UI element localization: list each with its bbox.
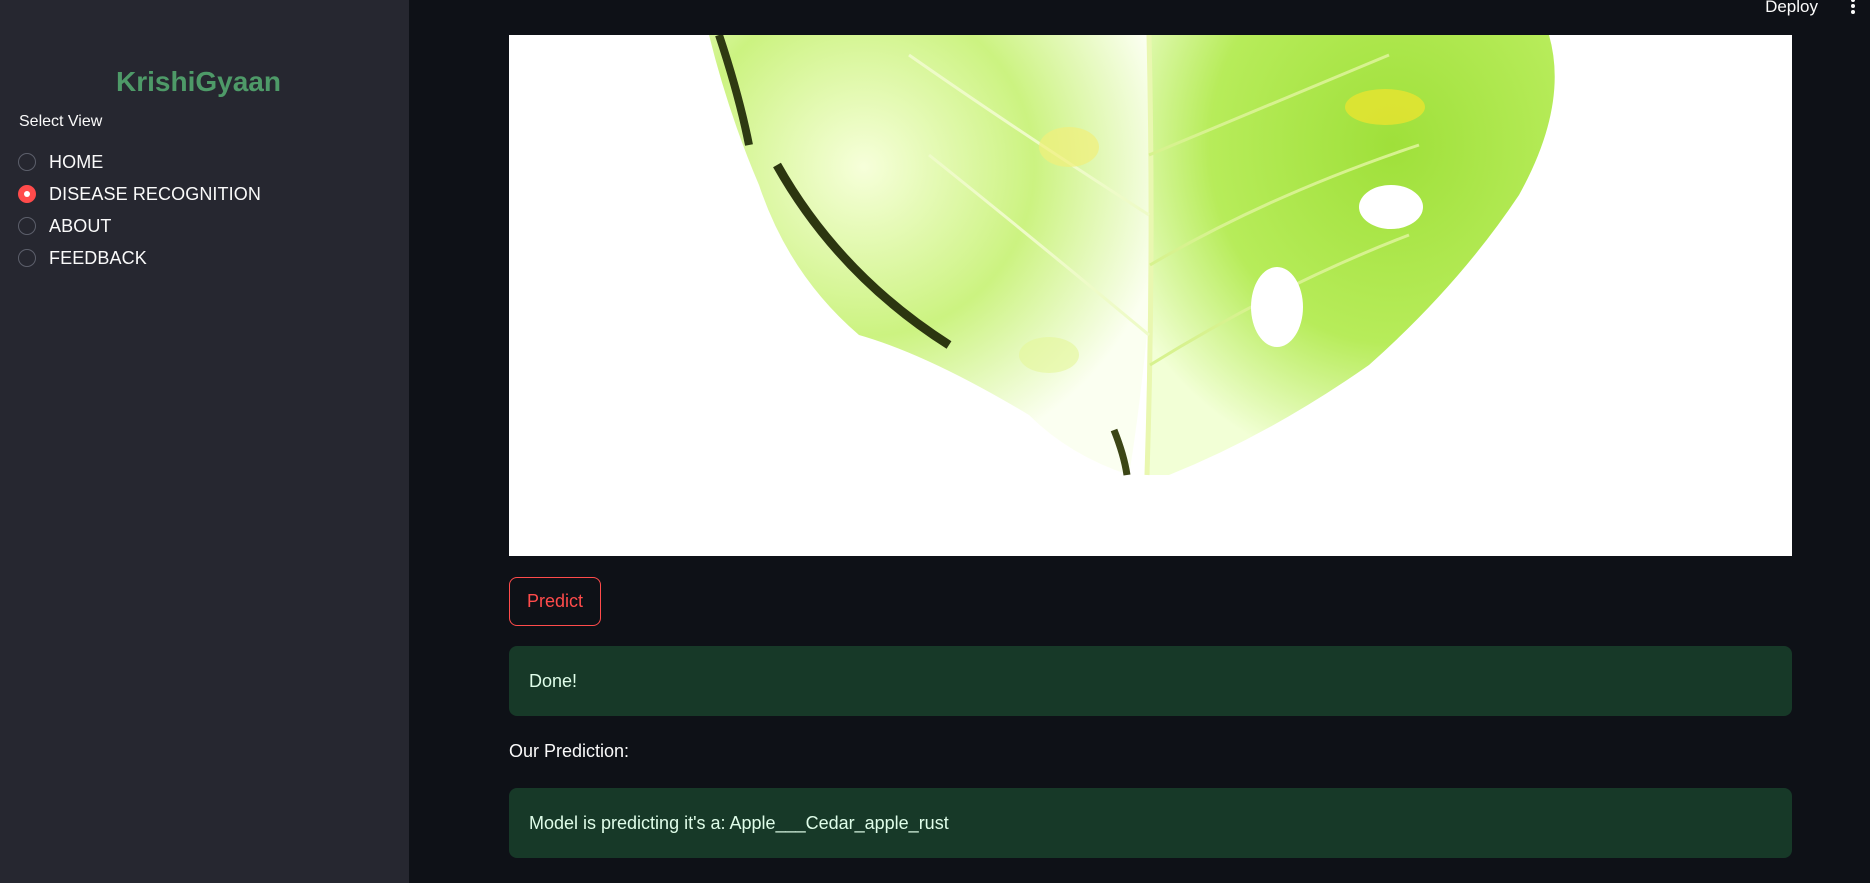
- radio-option-label: FEEDBACK: [49, 247, 147, 268]
- apple-leaf-image: [509, 35, 1792, 556]
- view-select-label: Select View: [19, 113, 103, 130]
- app-root: KrishiGyaan Select View HOME DISEASE REC…: [0, 0, 1870, 883]
- sidebar: KrishiGyaan Select View HOME DISEASE REC…: [0, 0, 409, 883]
- vertical-dots-icon[interactable]: [1850, 0, 1856, 14]
- radio-option-about[interactable]: ABOUT: [18, 210, 261, 242]
- uploaded-leaf-image: [509, 35, 1792, 556]
- radio-option-home[interactable]: HOME: [18, 146, 261, 178]
- prediction-result-text: Model is predicting it's a: Apple___Ceda…: [529, 812, 949, 833]
- radio-option-feedback[interactable]: FEEDBACK: [18, 242, 261, 274]
- predict-button[interactable]: Predict: [509, 577, 601, 626]
- success-message-text: Done!: [529, 670, 578, 691]
- radio-option-label: HOME: [49, 151, 104, 172]
- deploy-button[interactable]: Deploy: [1765, 0, 1818, 17]
- prediction-heading: Our Prediction:: [509, 741, 630, 761]
- app-title: KrishiGyaan: [116, 66, 281, 97]
- radio-option-label: ABOUT: [49, 215, 112, 236]
- prediction-result: Model is predicting it's a: Apple___Ceda…: [509, 788, 1792, 858]
- radio-button-checked-icon[interactable]: [18, 185, 36, 203]
- radio-button-icon[interactable]: [18, 217, 36, 235]
- view-radio-group: HOME DISEASE RECOGNITION ABOUT FEEDBACK: [18, 146, 261, 274]
- radio-button-icon[interactable]: [18, 249, 36, 267]
- radio-option-disease-recognition[interactable]: DISEASE RECOGNITION: [18, 178, 261, 210]
- radio-option-label: DISEASE RECOGNITION: [49, 183, 261, 204]
- radio-button-icon[interactable]: [18, 153, 36, 171]
- success-message: Done!: [509, 646, 1792, 716]
